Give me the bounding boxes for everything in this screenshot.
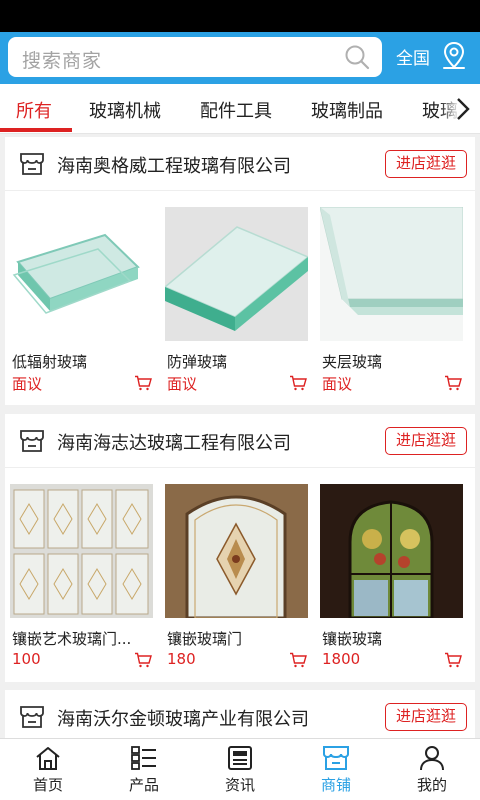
product-image[interactable] [10,484,153,618]
shop-header: 海南奥格威工程玻璃有限公司 进店逛逛 [5,137,475,191]
search-placeholder: 搜索商家 [22,50,103,72]
product-name: 镶嵌玻璃 [322,630,383,648]
nav-stores-label: 商铺 [320,776,351,794]
cart-icon[interactable] [134,375,152,391]
shop-name[interactable]: 海南沃尔金顿玻璃产业有限公司 [57,705,309,731]
cart-icon[interactable] [134,652,152,668]
nav-news[interactable]: 资讯 [192,739,288,800]
nav-me-label: 我的 [416,776,447,794]
nav-products[interactable]: 产品 [96,739,192,800]
store-icon [20,706,44,728]
cart-icon[interactable] [289,375,307,391]
nav-products-label: 产品 [128,776,159,794]
tab-all[interactable]: 所有 [16,97,52,123]
region-selector[interactable]: 全国 [396,44,430,69]
home-icon [36,747,60,770]
product-image[interactable] [10,207,153,341]
cart-icon[interactable] [289,652,307,668]
chevron-right-icon[interactable] [456,97,470,121]
search-input[interactable]: 搜索商家 [8,37,382,77]
product-price: 100 [12,650,41,668]
shop-header: 海南海志达玻璃工程有限公司 进店逛逛 [5,414,475,468]
product-image[interactable] [165,207,308,341]
news-icon [228,746,252,770]
cart-icon[interactable] [444,652,462,668]
product-image[interactable] [320,484,463,618]
shop-card: 海南奥格威工程玻璃有限公司 进店逛逛 低辐射玻璃 面议 防弹玻璃 面议 夹层玻璃… [5,137,475,405]
product-price: 1800 [322,650,361,668]
list-icon [131,746,156,770]
visit-shop-button[interactable]: 进店逛逛 [385,703,467,731]
tab-glass-products[interactable]: 玻璃制品 [311,97,383,123]
store-icon [20,430,44,452]
product-image[interactable] [320,207,463,341]
bottom-nav: 首页 产品 资讯 商铺 我的 [0,738,480,800]
nav-news-label: 资讯 [224,776,255,794]
product-name: 夹层玻璃 [322,353,383,371]
product-price: 180 [167,650,196,668]
product-name: 镶嵌艺术玻璃门... [12,630,132,648]
nav-me[interactable]: 我的 [384,739,480,800]
tab-accessories-tools[interactable]: 配件工具 [200,97,272,123]
tab-glass-machinery[interactable]: 玻璃机械 [89,97,161,123]
visit-shop-button[interactable]: 进店逛逛 [385,427,467,455]
product-name: 防弹玻璃 [167,353,228,371]
shop-header: 海南沃尔金顿玻璃产业有限公司 进店逛逛 [5,690,475,744]
store-icon [20,153,44,175]
product-name: 镶嵌玻璃门 [167,630,243,648]
product-price: 面议 [322,375,353,393]
header: 搜索商家 全国 [0,32,480,84]
search-icon[interactable] [344,44,370,70]
shop-card: 海南海志达玻璃工程有限公司 进店逛逛 镶嵌艺术玻璃门... 100 镶嵌玻璃门 … [5,414,475,682]
nav-stores[interactable]: 商铺 [288,739,384,800]
category-tabs: 所有 玻璃机械 配件工具 玻璃制品 玻璃 [0,84,480,134]
active-tab-indicator [0,128,72,132]
cart-icon[interactable] [444,375,462,391]
store-icon [323,746,349,770]
product-image[interactable] [165,484,308,618]
product-price: 面议 [167,375,198,393]
status-bar [0,0,480,32]
product-name: 低辐射玻璃 [12,353,88,371]
shop-name[interactable]: 海南奥格威工程玻璃有限公司 [57,152,291,178]
location-icon[interactable] [441,41,467,71]
nav-home-label: 首页 [32,776,63,794]
product-price: 面议 [12,375,43,393]
nav-home[interactable]: 首页 [0,739,96,800]
shop-name[interactable]: 海南海志达玻璃工程有限公司 [57,429,291,455]
visit-shop-button[interactable]: 进店逛逛 [385,150,467,178]
user-icon [420,746,444,771]
